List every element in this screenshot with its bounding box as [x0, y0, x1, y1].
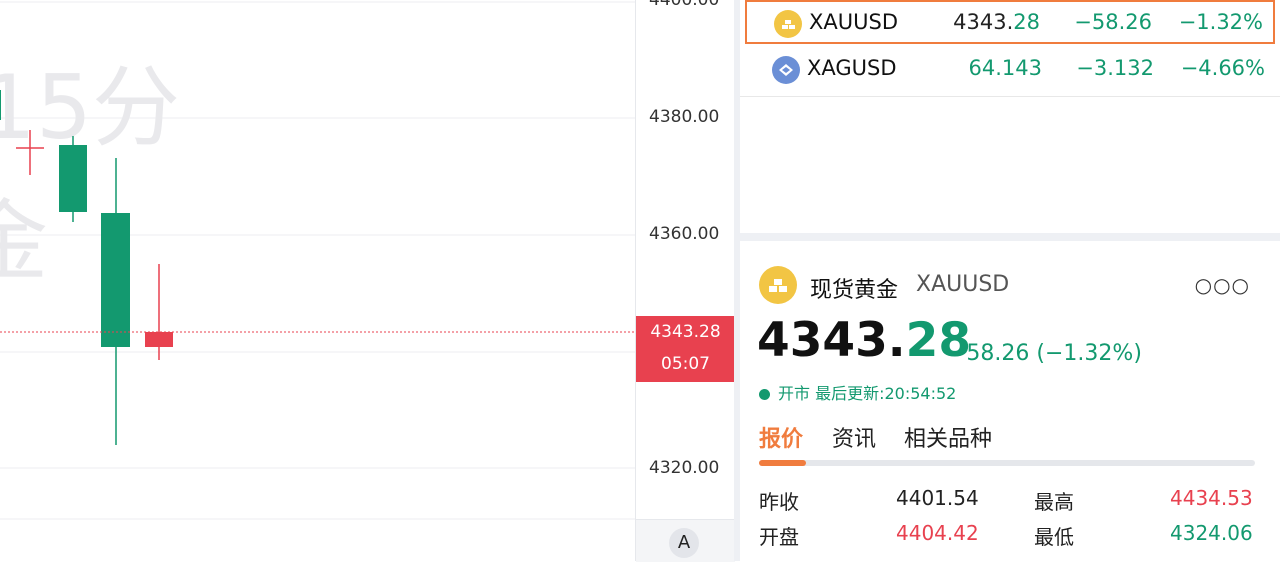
tab-news[interactable]: 资讯 — [832, 421, 876, 453]
gold-bars-icon — [774, 10, 802, 38]
market-status: 开市 最后更新:20:54:52 — [759, 380, 956, 404]
watchlist-change: −3.132 — [1076, 56, 1154, 80]
axis-label: 4320.00 — [649, 458, 720, 478]
quote-value: 4404.42 — [896, 521, 979, 545]
right-panel: XAUUSD 4343.28 −58.26 −1.32% XAGUSD 64.1… — [734, 0, 1280, 561]
quote-label: 开盘 — [759, 525, 799, 549]
silver-bars-icon — [772, 56, 800, 84]
quote-value: 4401.54 — [896, 486, 979, 510]
price-axis[interactable]: 4400.00 4380.00 4360.00 4320.00 4343.28 … — [635, 0, 735, 562]
quote-label: 最低 — [1034, 525, 1074, 549]
watchlist-percent: −4.66% — [1180, 56, 1265, 80]
instrument-symbol: XAUUSD — [916, 272, 1010, 297]
chart-canvas[interactable]: 15分 金 — [0, 0, 635, 561]
tab-indicator — [759, 460, 806, 466]
tab-quote[interactable]: 报价 — [759, 421, 803, 453]
candle-body — [101, 213, 130, 347]
axis-footer: A — [636, 519, 735, 562]
gold-bars-icon — [759, 266, 797, 304]
quote-label: 最高 — [1034, 490, 1074, 514]
watchlist-percent: −1.32% — [1178, 10, 1263, 34]
axis-label: 4360.00 — [649, 224, 720, 244]
instrument-name: 现货黄金 — [810, 278, 899, 303]
more-options-icon[interactable]: ○○○ — [1195, 273, 1250, 297]
quote-detail: 现货黄金 XAUUSD ○○○ 4343.28 −58.26 (−1.32%) … — [740, 241, 1280, 561]
candlestick-chart[interactable]: 15分 金 — [0, 0, 635, 561]
watchlist-price: 64.143 — [968, 56, 1042, 80]
tab-track — [759, 460, 1255, 466]
last-price: 4343.28 — [757, 313, 972, 368]
watchlist-price: 4343.28 — [953, 10, 1040, 34]
watchlist-change: −58.26 — [1074, 10, 1152, 34]
candle-body — [145, 332, 173, 347]
watchlist-symbol: XAGUSD — [807, 56, 897, 80]
watchlist-symbol: XAUUSD — [809, 10, 898, 34]
quote-label: 昨收 — [759, 490, 799, 514]
watchlist-row-xauusd[interactable]: XAUUSD 4343.28 −58.26 −1.32% — [745, 0, 1275, 44]
axis-label: 4400.00 — [649, 0, 720, 10]
section-separator — [740, 233, 1280, 241]
watermark-interval: 15分 — [0, 56, 180, 159]
tab-related[interactable]: 相关品种 — [904, 421, 992, 453]
quote-row: 昨收 4401.54 最高 4434.53 — [759, 486, 1259, 516]
watchlist-row-xagusd[interactable]: XAGUSD 64.143 −3.132 −4.66% — [745, 48, 1275, 92]
candle-body — [59, 145, 87, 212]
quote-value: 4434.53 — [1170, 486, 1253, 510]
status-dot-icon — [759, 389, 770, 400]
divider — [740, 96, 1280, 97]
current-price-value: 4343.28 — [650, 322, 721, 342]
quote-row: 开盘 4404.42 最低 4324.06 — [759, 521, 1259, 551]
watermark-symbol: 金 — [0, 190, 48, 293]
auto-scale-button[interactable]: A — [669, 528, 699, 558]
axis-label: 4380.00 — [649, 107, 720, 127]
bar-countdown: 05:07 — [661, 354, 710, 374]
price-change: −58.26 (−1.32%) — [948, 341, 1142, 366]
current-price-tag: 4343.28 05:07 — [636, 316, 735, 382]
quote-value: 4324.06 — [1170, 521, 1253, 545]
